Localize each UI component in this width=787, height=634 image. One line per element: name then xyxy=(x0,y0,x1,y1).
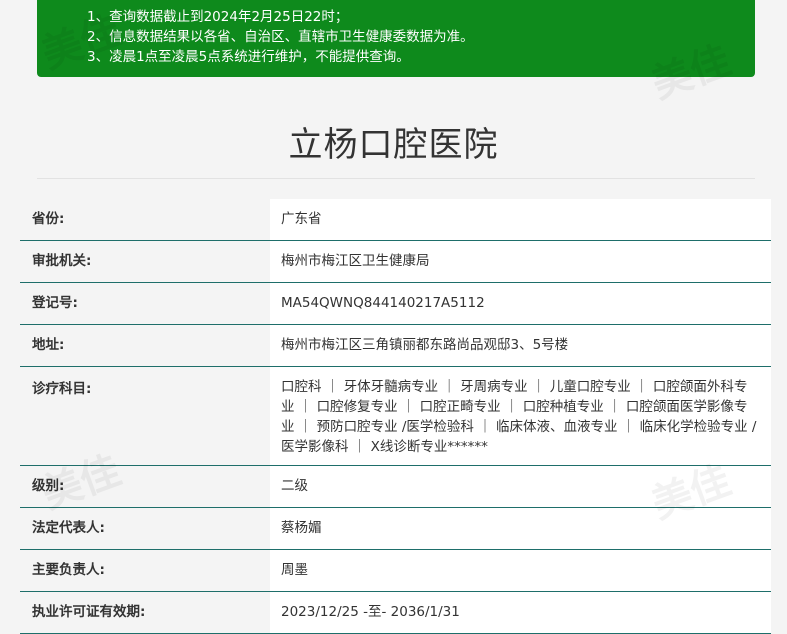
table-row: 级别: 二级 xyxy=(20,466,771,508)
notice-line: 1、查询数据截止到2024年2月25日22时； xyxy=(87,9,349,25)
page-title: 立杨口腔医院 xyxy=(288,125,499,165)
row-value: MA54QWNQ844140217A5112 xyxy=(270,283,771,324)
table-row: 地址: 梅州市梅江区三角镇丽都东路尚品观邸3、5号楼 xyxy=(20,325,771,367)
row-label: 主要负责人: xyxy=(20,550,270,591)
row-label: 法定代表人: xyxy=(20,508,270,549)
table-row: 执业许可证有效期: 2023/12/25 -至- 2036/1/31 xyxy=(20,592,771,634)
row-label: 级别: xyxy=(20,466,270,507)
notice-line: 3、凌晨1点至凌晨5点系统进行维护，不能提供查询。 xyxy=(87,49,410,65)
row-label: 执业许可证有效期: xyxy=(20,592,270,633)
row-value: 广东省 xyxy=(270,199,771,240)
row-value: 2023/12/25 -至- 2036/1/31 xyxy=(270,592,771,633)
row-label: 登记号: xyxy=(20,283,270,324)
table-row: 登记号: MA54QWNQ844140217A5112 xyxy=(20,283,771,325)
table-row: 省份: 广东省 xyxy=(20,199,771,241)
row-value: 口腔科 ｜ 牙体牙髓病专业 ｜ 牙周病专业 ｜ 儿童口腔专业 ｜ 口腔颌面外科专… xyxy=(270,367,771,465)
row-value: 周墨 xyxy=(270,550,771,591)
row-label: 地址: xyxy=(20,325,270,366)
table-row: 诊疗科目: 口腔科 ｜ 牙体牙髓病专业 ｜ 牙周病专业 ｜ 儿童口腔专业 ｜ 口… xyxy=(20,367,771,466)
table-row: 审批机关: 梅州市梅江区卫生健康局 xyxy=(20,241,771,283)
row-label: 审批机关: xyxy=(20,241,270,282)
row-value: 蔡杨媚 xyxy=(270,508,771,549)
row-value: 梅州市梅江区卫生健康局 xyxy=(270,241,771,282)
notice-banner: 1、查询数据截止到2024年2月25日22时； 2、信息数据结果以各省、自治区、… xyxy=(37,0,755,77)
row-label: 诊疗科目: xyxy=(20,367,270,465)
row-value: 二级 xyxy=(270,466,771,507)
info-table: 省份: 广东省 审批机关: 梅州市梅江区卫生健康局 登记号: MA54QWNQ8… xyxy=(20,199,771,634)
table-row: 法定代表人: 蔡杨媚 xyxy=(20,508,771,550)
notice-line: 2、信息数据结果以各省、自治区、直辖市卫生健康委数据为准。 xyxy=(87,29,474,45)
table-row: 主要负责人: 周墨 xyxy=(20,550,771,592)
divider xyxy=(37,178,755,179)
row-value: 梅州市梅江区三角镇丽都东路尚品观邸3、5号楼 xyxy=(270,325,771,366)
row-label: 省份: xyxy=(20,199,270,240)
